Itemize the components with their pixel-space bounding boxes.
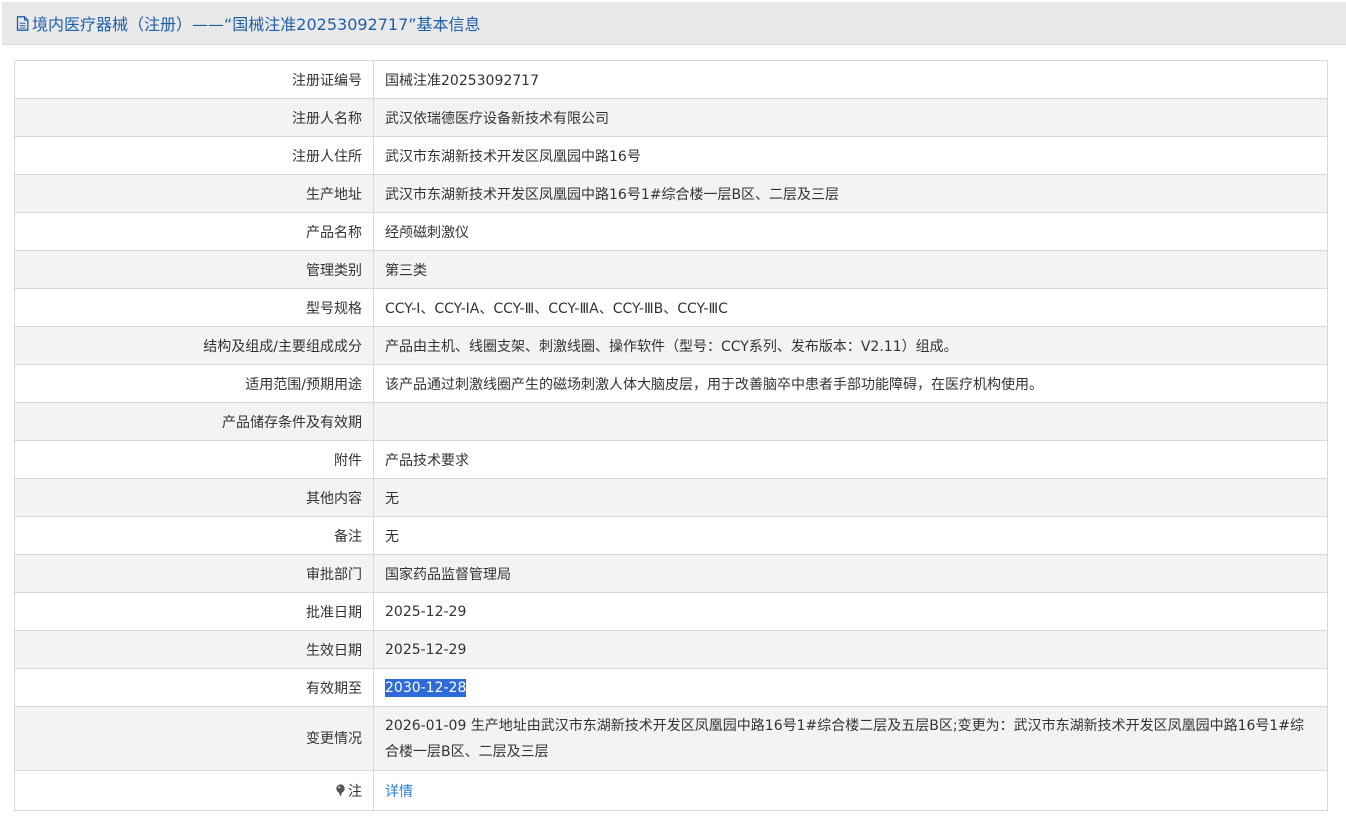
row-value: 产品由主机、线圈支架、刺激线圈、操作软件（型号：CCY系列、发布版本：V2.11…: [373, 326, 1328, 365]
row-label: 型号规格: [14, 288, 374, 327]
table-row: 其他内容 无: [14, 478, 1328, 517]
row-value: 该产品通过刺激线圈产生的磁场刺激人体大脑皮层，用于改善脑卒中患者手部功能障碍，在…: [373, 364, 1328, 403]
table-row: 注册证编号 国械注准20253092717: [14, 60, 1328, 99]
table-row: 适用范围/预期用途 该产品通过刺激线圈产生的磁场刺激人体大脑皮层，用于改善脑卒中…: [14, 364, 1328, 403]
table-row: 产品名称 经颅磁刺激仪: [14, 212, 1328, 251]
note-label-cell: 注: [14, 770, 374, 811]
table-row: 批准日期 2025-12-29: [14, 592, 1328, 631]
row-label: 管理类别: [14, 250, 374, 289]
row-label: 有效期至: [14, 668, 374, 707]
row-label: 结构及组成/主要组成成分: [14, 326, 374, 365]
row-value: 无: [373, 478, 1328, 517]
table-row: 结构及组成/主要组成成分 产品由主机、线圈支架、刺激线圈、操作软件（型号：CCY…: [14, 326, 1328, 365]
row-value: 无: [373, 516, 1328, 555]
row-label: 生产地址: [14, 174, 374, 213]
document-icon: [16, 15, 29, 31]
row-label: 其他内容: [14, 478, 374, 517]
table-row: 注册人名称 武汉依瑞德医疗设备新技术有限公司: [14, 98, 1328, 137]
page-title: 境内医疗器械（注册）——“国械注准20253092717”基本信息: [32, 15, 481, 34]
table-row: 产品储存条件及有效期: [14, 402, 1328, 441]
row-label: 审批部门: [14, 554, 374, 593]
row-value: 2030-12-28: [373, 668, 1328, 707]
row-value: CCY-I、CCY-IA、CCY-Ⅲ、CCY-ⅢA、CCY-ⅢB、CCY-ⅢC: [373, 288, 1328, 327]
row-label: 生效日期: [14, 630, 374, 669]
row-value: 经颅磁刺激仪: [373, 212, 1328, 251]
row-value: 2026-01-09 生产地址由武汉市东湖新技术开发区凤凰园中路16号1#综合楼…: [373, 706, 1328, 771]
row-value: 2025-12-29: [373, 630, 1328, 669]
table-row: 变更情况 2026-01-09 生产地址由武汉市东湖新技术开发区凤凰园中路16号…: [14, 706, 1328, 771]
row-label: 产品储存条件及有效期: [14, 402, 374, 441]
row-value: 国械注准20253092717: [373, 60, 1328, 99]
table-row: 注册人住所 武汉市东湖新技术开发区凤凰园中路16号: [14, 136, 1328, 175]
row-value: 武汉市东湖新技术开发区凤凰园中路16号: [373, 136, 1328, 175]
row-value: 2025-12-29: [373, 592, 1328, 631]
row-label: 注册证编号: [14, 60, 374, 99]
row-label: 备注: [14, 516, 374, 555]
row-value: [373, 402, 1328, 441]
row-label: 注册人住所: [14, 136, 374, 175]
table-row: 审批部门 国家药品监督管理局: [14, 554, 1328, 593]
table-row: 生效日期 2025-12-29: [14, 630, 1328, 669]
details-link[interactable]: 详情: [385, 784, 413, 800]
row-value: 国家药品监督管理局: [373, 554, 1328, 593]
table-row: 附件 产品技术要求: [14, 440, 1328, 479]
row-value: 武汉市东湖新技术开发区凤凰园中路16号1#综合楼一层B区、二层及三层: [373, 174, 1328, 213]
pin-icon: [336, 783, 345, 797]
row-label: 附件: [14, 440, 374, 479]
table-row: 管理类别 第三类: [14, 250, 1328, 289]
table-row: 备注 无: [14, 516, 1328, 555]
row-label: 产品名称: [14, 212, 374, 251]
row-label: 适用范围/预期用途: [14, 364, 374, 403]
table-row: 生产地址 武汉市东湖新技术开发区凤凰园中路16号1#综合楼一层B区、二层及三层: [14, 174, 1328, 213]
table-row: 注 详情: [14, 770, 1328, 811]
table-row: 有效期至 2030-12-28: [14, 668, 1328, 707]
row-value: 详情: [373, 770, 1328, 811]
row-value: 产品技术要求: [373, 440, 1328, 479]
row-value: 第三类: [373, 250, 1328, 289]
table-row: 型号规格 CCY-I、CCY-IA、CCY-Ⅲ、CCY-ⅢA、CCY-ⅢB、CC…: [14, 288, 1328, 327]
row-label: 变更情况: [14, 706, 374, 771]
row-value: 武汉依瑞德医疗设备新技术有限公司: [373, 98, 1328, 137]
note-label: 注: [348, 783, 362, 800]
device-info-table: 注册证编号 国械注准20253092717 注册人名称 武汉依瑞德医疗设备新技术…: [14, 60, 1328, 811]
page-title-bar: 境内医疗器械（注册）——“国械注准20253092717”基本信息: [2, 2, 1346, 45]
row-label: 注册人名称: [14, 98, 374, 137]
row-label: 批准日期: [14, 592, 374, 631]
selected-expiry-date[interactable]: 2030-12-28: [385, 678, 467, 697]
